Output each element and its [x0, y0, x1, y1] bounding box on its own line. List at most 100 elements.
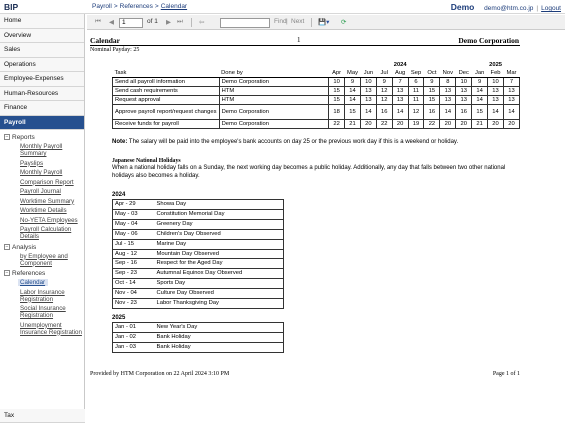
collapse-icon[interactable]: − [4, 243, 10, 250]
day-cell: 11 [407, 86, 425, 96]
tree-item-worktime-details[interactable]: Worktime Details [0, 207, 84, 214]
day-cell: 22 [375, 119, 393, 129]
page-number-input[interactable]: 1 [119, 17, 143, 28]
column-header-month: Apr [328, 69, 345, 78]
done-by-cell: Demo Corporation [218, 119, 330, 129]
tree-item-calendar[interactable]: Calendar [18, 279, 48, 286]
tree-item-payslips[interactable]: Payslips [0, 160, 84, 167]
first-page-icon[interactable]: ⏮ [95, 18, 101, 26]
payroll-schedule-table: 2024 2025 Task Done by Apr May Jun Jul Aug Se… [112, 61, 521, 129]
tree-item-worktime-summary[interactable]: Worktime Summary [0, 198, 84, 205]
nav-tax[interactable]: Tax [0, 408, 85, 423]
task-cell: Send cash requirements [112, 86, 220, 96]
holidays-year-2025: 2025 [112, 315, 126, 321]
tree-group-references[interactable]: − References [0, 269, 84, 279]
done-by-cell: HTM [218, 95, 330, 105]
collapse-icon[interactable]: − [4, 270, 10, 277]
day-cell: 13 [487, 86, 504, 96]
tree-item-by-employee-and-component[interactable]: by Employee and Component [0, 253, 84, 267]
tree-item-labor-insurance-registration[interactable]: Labor Insurance Registration [0, 289, 84, 303]
holidays-table-2025: Jan - 01 New Year's Day Jan - 02 Bank Holid… [112, 322, 284, 353]
app-brand[interactable]: BIP [4, 2, 18, 12]
holiday-name: New Year's Day [154, 322, 284, 333]
holiday-row: Sep - 23 Autumnal Equinox Day Observed [112, 268, 284, 280]
tree-item-payroll-calculation-details[interactable]: Payroll Calculation Details [0, 226, 84, 240]
holiday-row: Sep - 16 Respect for the Aged Day [112, 258, 284, 270]
task-cell: Receive funds for payroll [112, 119, 220, 129]
day-cell: 7 [391, 77, 409, 87]
export-icon[interactable]: 💾▾ [318, 18, 329, 26]
tree-item-social-insurance-registration[interactable]: Social Insurance Registration [0, 305, 84, 319]
nav-finance[interactable]: Finance [0, 101, 84, 116]
year-header-2024: 2024 [393, 62, 407, 68]
day-cell: 14 [439, 104, 457, 120]
day-cell: 13 [439, 86, 457, 96]
holiday-name: Culture Day Observed [154, 288, 284, 300]
refresh-icon[interactable]: ⟳ [341, 18, 346, 26]
find-link[interactable]: Find [274, 18, 287, 25]
report-page-number: 1 [297, 36, 301, 44]
holidays-year-2024: 2024 [112, 192, 126, 198]
tree-item-unemployment-insurance-registration[interactable]: Unemployment Insurance Registration [0, 322, 84, 336]
holiday-name: Respect for the Aged Day [154, 258, 284, 270]
day-cell: 9 [344, 77, 361, 87]
nav-home[interactable]: Home [0, 14, 84, 29]
nav-sales[interactable]: Sales [0, 43, 84, 58]
tree-item-no-yeta-employees[interactable]: No-YETA Employees [0, 217, 84, 224]
column-header-month: Jun [360, 69, 377, 78]
next-link[interactable]: Next [291, 18, 304, 25]
holiday-name: Sports Day [154, 278, 284, 290]
tree-item-monthly-payroll[interactable]: Monthly Payroll [0, 169, 84, 176]
day-cell: 12 [375, 95, 393, 105]
day-cell: 15 [344, 104, 361, 120]
tree-item-comparison-report[interactable]: Comparison Report [0, 179, 84, 186]
holiday-row: Jan - 03 Bank Holiday [113, 342, 284, 352]
breadcrumb-calendar[interactable]: Calendar [161, 3, 187, 10]
day-cell: 13 [487, 95, 504, 105]
day-cell: 15 [471, 104, 489, 120]
table-row: Send all payroll information Demo Corpora… [112, 77, 521, 87]
day-cell: 16 [455, 104, 473, 120]
logout-link[interactable]: Logout [541, 5, 561, 12]
table-row: Request approval HTM 15 14 13 12 13 11 15 13 13 14 1… [112, 95, 521, 105]
salary-note: Note: The salary will be paid into the e… [112, 139, 459, 145]
prev-page-icon[interactable]: ◀ [109, 18, 114, 26]
day-cell: 13 [391, 95, 409, 105]
nav-human-resources[interactable]: Human-Resources [0, 86, 84, 101]
column-header-month: Jan [471, 69, 488, 78]
day-cell: 10 [328, 77, 346, 87]
task-cell: Approve payroll report/request changes [112, 104, 220, 120]
holiday-name: Bank Holiday [156, 343, 191, 350]
holiday-name: Mountain Day Observed [154, 249, 284, 260]
footer-page-info: Page 1 of 1 [492, 371, 520, 377]
tree-group-reports[interactable]: − Reports [0, 133, 84, 143]
breadcrumb-payroll[interactable]: Payroll [92, 3, 112, 10]
holiday-date: Aug - 12 [112, 249, 155, 260]
holiday-name: Showa Day [154, 199, 284, 210]
tree-group-analysis[interactable]: − Analysis [0, 243, 84, 253]
nav-operations[interactable]: Operations [0, 57, 84, 72]
holiday-row: Oct - 14 Sports Day [112, 278, 284, 290]
day-cell: 13 [455, 95, 473, 105]
day-cell: 18 [328, 104, 346, 120]
tree-item-monthly-payroll-summary[interactable]: Monthly Payroll Summary [0, 143, 84, 157]
find-input[interactable] [220, 17, 270, 28]
holiday-row: Jul - 15 Marine Day [112, 239, 284, 250]
done-by-cell: Demo Corporation [218, 104, 330, 120]
nav-employee-expenses[interactable]: Employee-Expenses [0, 72, 84, 87]
back-icon[interactable]: ⇦ [199, 18, 204, 26]
next-page-icon[interactable]: ▶ [166, 18, 171, 26]
collapse-icon[interactable]: − [4, 134, 10, 141]
last-page-icon[interactable]: ⏭ [177, 18, 183, 26]
day-cell: 10 [487, 77, 504, 87]
tenant-label: Demo [450, 2, 475, 12]
footer-provided-by: Provided by HTM Corporation on 22 April … [90, 371, 230, 377]
nav-payroll[interactable]: Payroll [0, 115, 84, 130]
holiday-date: Jan - 01 [112, 322, 155, 333]
nav-overview[interactable]: Overview [0, 28, 84, 43]
tree-item-payroll-journal[interactable]: Payroll Journal [0, 188, 84, 195]
user-area: Demo demo@htm.co.jp | Logout [450, 2, 561, 12]
breadcrumb-references[interactable]: References [120, 3, 153, 10]
day-cell: 14 [391, 104, 409, 120]
table-row: Receive funds for payroll Demo Corporatio… [112, 119, 521, 129]
